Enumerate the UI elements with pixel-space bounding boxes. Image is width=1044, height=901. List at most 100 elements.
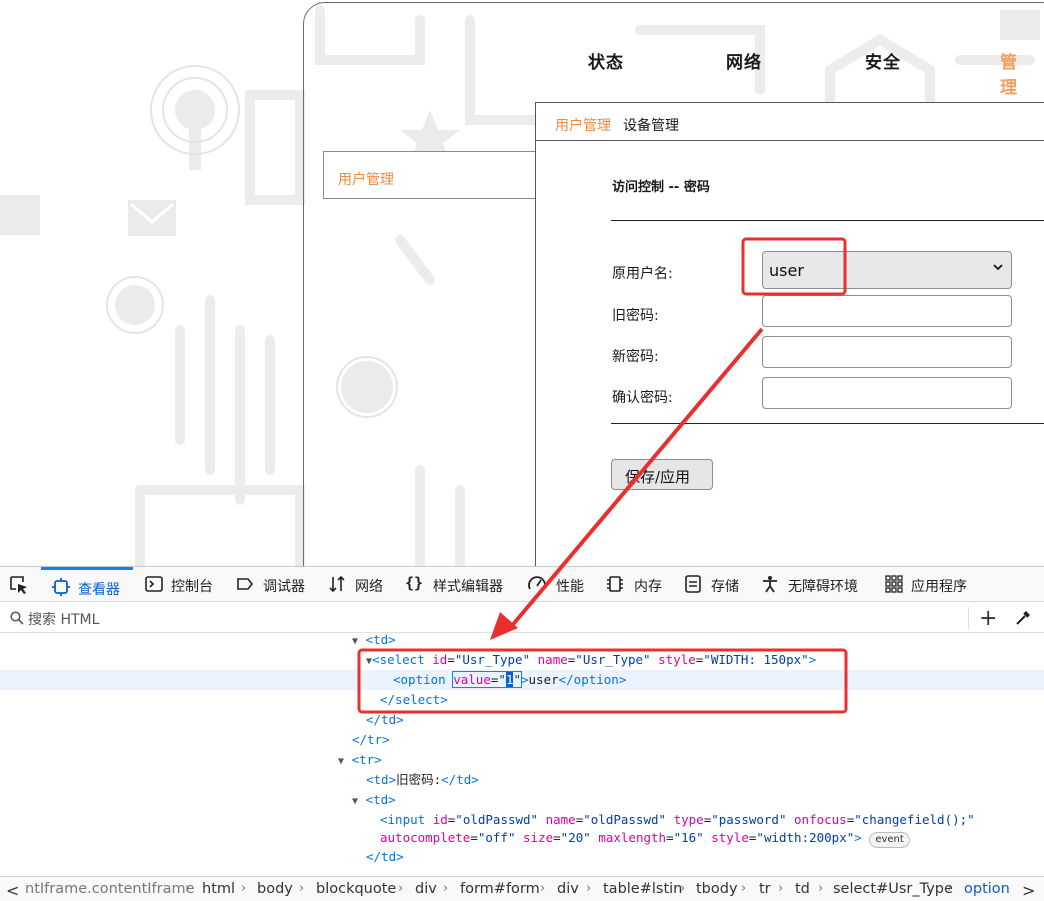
- breadcrumb-separator: ›: [241, 881, 247, 896]
- breadcrumb-item[interactable]: ntIframe.contentIframe: [25, 881, 195, 897]
- tree-node-option[interactable]: <option value="1">user</option>: [393, 671, 626, 689]
- tab-performance[interactable]: 性能: [528, 567, 590, 602]
- confirm-password-label: 确认密码:: [612, 390, 673, 406]
- accessibility-icon: [763, 576, 777, 593]
- memory-icon: [607, 576, 623, 592]
- tab-label: 无障碍环境: [788, 579, 858, 595]
- tab-label: 性能: [556, 579, 584, 595]
- save-apply-button[interactable]: 保存/应用: [611, 459, 713, 490]
- tab-style-editor[interactable]: {} 样式编辑器: [405, 567, 515, 602]
- old-password-label: 旧密码:: [612, 308, 659, 324]
- nav-management[interactable]: 管 理: [1000, 48, 1044, 98]
- old-password-field[interactable]: [762, 295, 1012, 327]
- tab-storage[interactable]: 存储: [684, 567, 746, 602]
- tab-label: 存储: [711, 579, 739, 595]
- breadcrumb-item[interactable]: tr: [759, 881, 771, 897]
- tree-node-tr-close[interactable]: </tr>: [352, 731, 390, 749]
- breadcrumb-item[interactable]: td: [795, 881, 810, 897]
- tab-label: 应用程序: [911, 579, 967, 595]
- tree-node-td-close[interactable]: </td>: [366, 848, 404, 866]
- markup-tree[interactable]: ▼ <td> ▼<select id="Usr_Type" name="Usr_…: [0, 631, 1044, 874]
- breadcrumb: < ntIframe.contentIframe › html › body ›…: [0, 876, 1044, 901]
- breadcrumb-separator: ›: [299, 881, 305, 896]
- subtab-bar: 用户管理 设备管理: [536, 103, 1044, 141]
- subtab-device-management[interactable]: 设备管理: [623, 115, 679, 135]
- tab-label: 内存: [634, 579, 662, 595]
- tab-label: 查看器: [78, 582, 120, 598]
- devtools-panel: 查看器 控制台 调试器 网络 {} 样式编辑器 性能 内存 存储 无障碍环境 应…: [0, 566, 1044, 901]
- attribute-editor[interactable]: value="1": [452, 671, 522, 688]
- breadcrumb-item[interactable]: div: [557, 881, 579, 897]
- confirm-password-field[interactable]: [762, 377, 1012, 409]
- tab-label: 控制台: [171, 579, 213, 595]
- breadcrumb-item-current[interactable]: option: [964, 881, 1010, 897]
- breadcrumb-item[interactable]: select#Usr_Type: [833, 881, 953, 897]
- divider: [611, 423, 1044, 424]
- tree-node-td-label[interactable]: <td>旧密码:</td>: [366, 771, 479, 789]
- chevron-right-icon[interactable]: >: [1022, 881, 1035, 900]
- inspector-icon: [52, 578, 70, 596]
- tab-inspector[interactable]: 查看器: [41, 567, 133, 602]
- tab-label: 样式编辑器: [433, 579, 503, 595]
- breadcrumb-item[interactable]: blockquote: [316, 881, 396, 897]
- debugger-icon: [237, 578, 254, 590]
- breadcrumb-separator: ›: [947, 881, 953, 896]
- section-title: 访问控制 -- 密码: [612, 180, 710, 195]
- eyedropper-icon[interactable]: [1014, 609, 1032, 627]
- tree-node-select-close[interactable]: </select>: [380, 691, 448, 709]
- breadcrumb-item[interactable]: form#form: [460, 881, 540, 897]
- performance-icon: [528, 576, 546, 590]
- breadcrumb-separator: ›: [818, 881, 824, 896]
- new-password-label: 新密码:: [612, 349, 659, 365]
- search-input[interactable]: 搜索 HTML: [28, 609, 99, 629]
- element-picker-icon[interactable]: [9, 575, 29, 595]
- add-node-icon[interactable]: +: [979, 606, 997, 631]
- breadcrumb-item[interactable]: table#lstin: [603, 881, 682, 897]
- breadcrumb-item[interactable]: body: [257, 881, 293, 897]
- search-icon: [10, 611, 24, 625]
- chevron-left-icon[interactable]: <: [6, 881, 19, 900]
- application-grid-icon: [885, 575, 903, 593]
- breadcrumb-separator: ›: [185, 881, 191, 896]
- console-icon: [145, 576, 163, 592]
- event-badge[interactable]: event: [869, 832, 910, 848]
- tree-node-td-close[interactable]: </td>: [366, 711, 404, 729]
- tab-memory[interactable]: 内存: [606, 567, 668, 602]
- braces-icon: {}: [405, 574, 424, 592]
- network-icon: [329, 575, 345, 593]
- new-password-field[interactable]: [762, 336, 1012, 368]
- tab-debugger[interactable]: 调试器: [236, 567, 316, 602]
- tree-node-tr[interactable]: ▼ <tr>: [338, 751, 382, 771]
- nav-status[interactable]: 状态: [588, 48, 624, 73]
- tab-application[interactable]: 应用程序: [885, 567, 980, 602]
- breadcrumb-item[interactable]: html: [202, 881, 235, 897]
- tab-label: 网络: [355, 579, 383, 595]
- breadcrumb-separator: ›: [741, 881, 747, 896]
- save-apply-label: 保存/应用: [625, 468, 691, 486]
- tab-accessibility[interactable]: 无障碍环境: [761, 567, 871, 602]
- nav-network[interactable]: 网络: [726, 48, 762, 73]
- username-select[interactable]: user: [762, 251, 1012, 289]
- tree-node-select[interactable]: ▼<select id="Usr_Type" name="Usr_Type" s…: [366, 651, 816, 671]
- tab-network[interactable]: 网络: [328, 567, 388, 602]
- divider: [968, 607, 969, 629]
- tree-node-input[interactable]: <input id="oldPasswd" name="oldPasswd" t…: [380, 811, 975, 829]
- breadcrumb-separator: ›: [443, 881, 449, 896]
- tab-label: 调试器: [263, 579, 305, 595]
- content-panel: 用户管理 设备管理 访问控制 -- 密码 原用户名: user 旧密码: 新密码…: [535, 102, 1044, 566]
- breadcrumb-separator: ›: [398, 881, 404, 896]
- nav-security[interactable]: 安全: [865, 48, 901, 73]
- tab-console[interactable]: 控制台: [145, 567, 225, 602]
- sidebar-item-label: 用户管理: [338, 172, 394, 188]
- breadcrumb-separator: ›: [680, 881, 686, 896]
- subtab-user-management[interactable]: 用户管理: [555, 115, 611, 135]
- sidebar-item-user-management[interactable]: 用户管理: [323, 151, 538, 199]
- tree-node-td[interactable]: ▼ <td>: [352, 791, 396, 811]
- breadcrumb-item[interactable]: tbody: [696, 881, 738, 897]
- tree-node-input-attrs[interactable]: autocomplete="off" size="20" maxlength="…: [380, 829, 910, 848]
- storage-icon: [685, 575, 701, 593]
- chevron-down-icon: [993, 264, 1003, 271]
- tree-node-td[interactable]: ▼ <td>: [352, 631, 396, 651]
- breadcrumb-item[interactable]: div: [415, 881, 437, 897]
- divider: [611, 220, 1044, 221]
